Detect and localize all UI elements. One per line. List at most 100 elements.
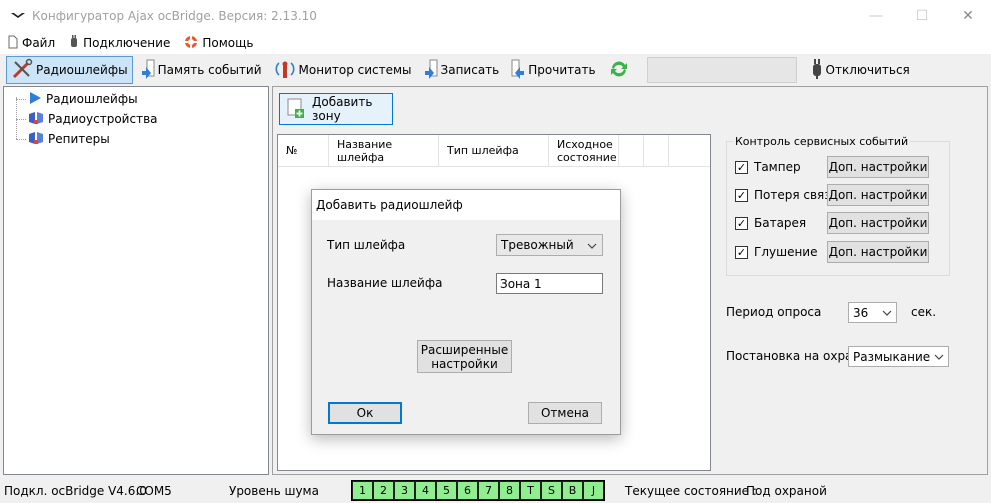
noise-cell: T bbox=[521, 482, 540, 499]
window-title: Конфигуратор Ajax ocBridge. Версия: 2.13… bbox=[32, 9, 317, 23]
title-bar: Конфигуратор Ajax ocBridge. Версия: 2.13… bbox=[0, 0, 991, 32]
poll-period-value: 36 bbox=[853, 305, 869, 320]
progress-field bbox=[646, 57, 797, 83]
add-radio-loop-dialog: Добавить радиошлейф Тип шлейфа Тревожный… bbox=[311, 189, 621, 435]
noise-cell: J bbox=[584, 482, 603, 499]
noise-cell: 2 bbox=[374, 482, 393, 499]
disconnect-label: Отключиться bbox=[825, 63, 910, 77]
loop-type-select[interactable]: Тревожный bbox=[496, 234, 603, 256]
connection-status: Подкл. ocBridge V4.6.0 bbox=[4, 484, 147, 498]
play-triangle-icon bbox=[28, 91, 42, 108]
tree-item-radio-loops[interactable]: Радиошлейфы bbox=[16, 90, 138, 108]
arming-label: Постановка на охрану bbox=[726, 349, 868, 363]
noise-cell: B bbox=[563, 482, 582, 499]
advanced-settings-line: настройки bbox=[431, 356, 498, 371]
add-zone-button[interactable]: Добавить зону bbox=[279, 93, 393, 125]
noise-label: Уровень шума bbox=[229, 484, 319, 498]
tree-connector bbox=[16, 98, 26, 100]
radio-loops-label: Радиошлейфы bbox=[36, 63, 128, 77]
chevron-down-icon bbox=[934, 351, 944, 365]
table-header: № Название шлейфа Тип шлейфа Исходное со… bbox=[278, 135, 710, 167]
toolbar: Радиошлейфы Память событий Монитор систе… bbox=[0, 54, 991, 86]
advanced-settings-label: Расширенные настройки bbox=[421, 343, 509, 371]
tree-item-repeaters[interactable]: Репитеры bbox=[16, 130, 110, 148]
noise-cell: 8 bbox=[500, 482, 519, 499]
repeater-icon bbox=[28, 131, 44, 148]
noise-indicator: 1 2 3 4 5 6 7 8 T S B J bbox=[351, 480, 605, 501]
tree-item-label: Репитеры bbox=[48, 132, 110, 146]
minimize-icon[interactable]: — bbox=[853, 0, 899, 32]
noise-cell: 4 bbox=[416, 482, 435, 499]
state-label: Текущее состояние : bbox=[625, 484, 757, 498]
event-memory-button[interactable]: Память событий bbox=[137, 56, 266, 84]
event-memory-label: Память событий bbox=[157, 63, 262, 77]
column-initial-state[interactable]: Исходное состояние bbox=[549, 135, 619, 166]
loop-name-input[interactable]: Зона 1 bbox=[496, 273, 603, 294]
loop-type-label: Тип шлейфа bbox=[327, 238, 406, 252]
noise-cell: 3 bbox=[395, 482, 414, 499]
link-loss-settings-button[interactable]: Доп. настройки bbox=[827, 184, 929, 206]
noise-cell: S bbox=[542, 482, 561, 499]
read-button[interactable]: Прочитать bbox=[507, 56, 599, 84]
antenna-icon bbox=[274, 58, 296, 83]
close-icon[interactable]: ✕ bbox=[945, 0, 991, 32]
ok-button[interactable]: Ок bbox=[328, 402, 402, 424]
write-label: Записать bbox=[440, 63, 500, 77]
menu-connection[interactable]: Подключение bbox=[69, 33, 170, 53]
noise-cell: 6 bbox=[458, 482, 477, 499]
status-bar: Подкл. ocBridge V4.6.0 COM5 Уровень шума… bbox=[0, 478, 991, 503]
battery-checkbox[interactable]: ✓ bbox=[735, 216, 748, 230]
read-arrow-icon bbox=[511, 58, 525, 83]
menu-bar: Файл Подключение Помощь bbox=[0, 32, 991, 54]
download-arrow-icon bbox=[141, 58, 155, 83]
jamming-settings-button[interactable]: Доп. настройки bbox=[827, 241, 929, 263]
tree-item-label: Радиоустройства bbox=[48, 112, 158, 126]
read-label: Прочитать bbox=[528, 63, 596, 77]
poll-period-unit: сек. bbox=[911, 305, 937, 319]
link-loss-checkbox[interactable]: ✓ bbox=[735, 188, 748, 202]
radio-loops-button[interactable]: Радиошлейфы bbox=[6, 56, 133, 84]
menu-file-label: Файл bbox=[22, 36, 56, 50]
menu-file[interactable]: Файл bbox=[8, 33, 55, 53]
write-button[interactable]: Записать bbox=[420, 56, 504, 84]
menu-help[interactable]: Помощь bbox=[184, 33, 253, 53]
write-arrow-icon bbox=[424, 58, 438, 83]
advanced-settings-button[interactable]: Расширенные настройки bbox=[417, 340, 512, 373]
chevron-down-icon bbox=[587, 240, 597, 254]
battery-settings-button[interactable]: Доп. настройки bbox=[827, 212, 929, 234]
tools-icon bbox=[11, 58, 33, 83]
noise-cell: 7 bbox=[479, 482, 498, 499]
app-logo-icon bbox=[10, 10, 26, 22]
tree-connector bbox=[16, 138, 26, 140]
arming-select[interactable]: Размыкание bbox=[848, 346, 949, 367]
column-extra bbox=[644, 135, 669, 166]
refresh-button[interactable] bbox=[604, 56, 637, 84]
menu-connection-label: Подключение bbox=[83, 36, 171, 50]
maximize-icon[interactable]: ☐ bbox=[899, 0, 945, 32]
advanced-settings-line: Расширенные bbox=[420, 342, 509, 357]
tree-connector bbox=[16, 118, 26, 120]
add-zone-label: Добавить зону bbox=[312, 95, 373, 123]
column-loop-type[interactable]: Тип шлейфа bbox=[439, 135, 549, 166]
tamper-settings-button[interactable]: Доп. настройки bbox=[827, 156, 929, 178]
chevron-down-icon bbox=[882, 307, 892, 321]
jamming-checkbox[interactable]: ✓ bbox=[735, 245, 748, 259]
system-monitor-label: Монитор системы bbox=[298, 63, 412, 77]
devices-icon bbox=[28, 111, 44, 128]
disconnect-button[interactable]: Отключиться bbox=[807, 56, 914, 84]
loop-name-label: Название шлейфа bbox=[327, 276, 443, 290]
navigation-tree: Радиошлейфы Радиоустройства Репитеры bbox=[3, 86, 269, 475]
file-icon bbox=[8, 35, 18, 52]
service-events-title: Контроль сервисных событий bbox=[733, 135, 911, 148]
cancel-button[interactable]: Отмена bbox=[528, 402, 602, 424]
tree-item-label: Радиошлейфы bbox=[46, 92, 138, 106]
dialog-title: Добавить радиошлейф bbox=[312, 190, 620, 220]
column-loop-name[interactable]: Название шлейфа bbox=[329, 135, 439, 166]
tree-item-radio-devices[interactable]: Радиоустройства bbox=[16, 110, 158, 128]
column-number[interactable]: № bbox=[278, 135, 329, 166]
noise-cell: 5 bbox=[437, 482, 456, 499]
refresh-icon bbox=[608, 58, 630, 83]
poll-period-select[interactable]: 36 bbox=[848, 302, 897, 323]
tamper-checkbox[interactable]: ✓ bbox=[735, 160, 748, 174]
system-monitor-button[interactable]: Монитор системы bbox=[270, 56, 416, 84]
